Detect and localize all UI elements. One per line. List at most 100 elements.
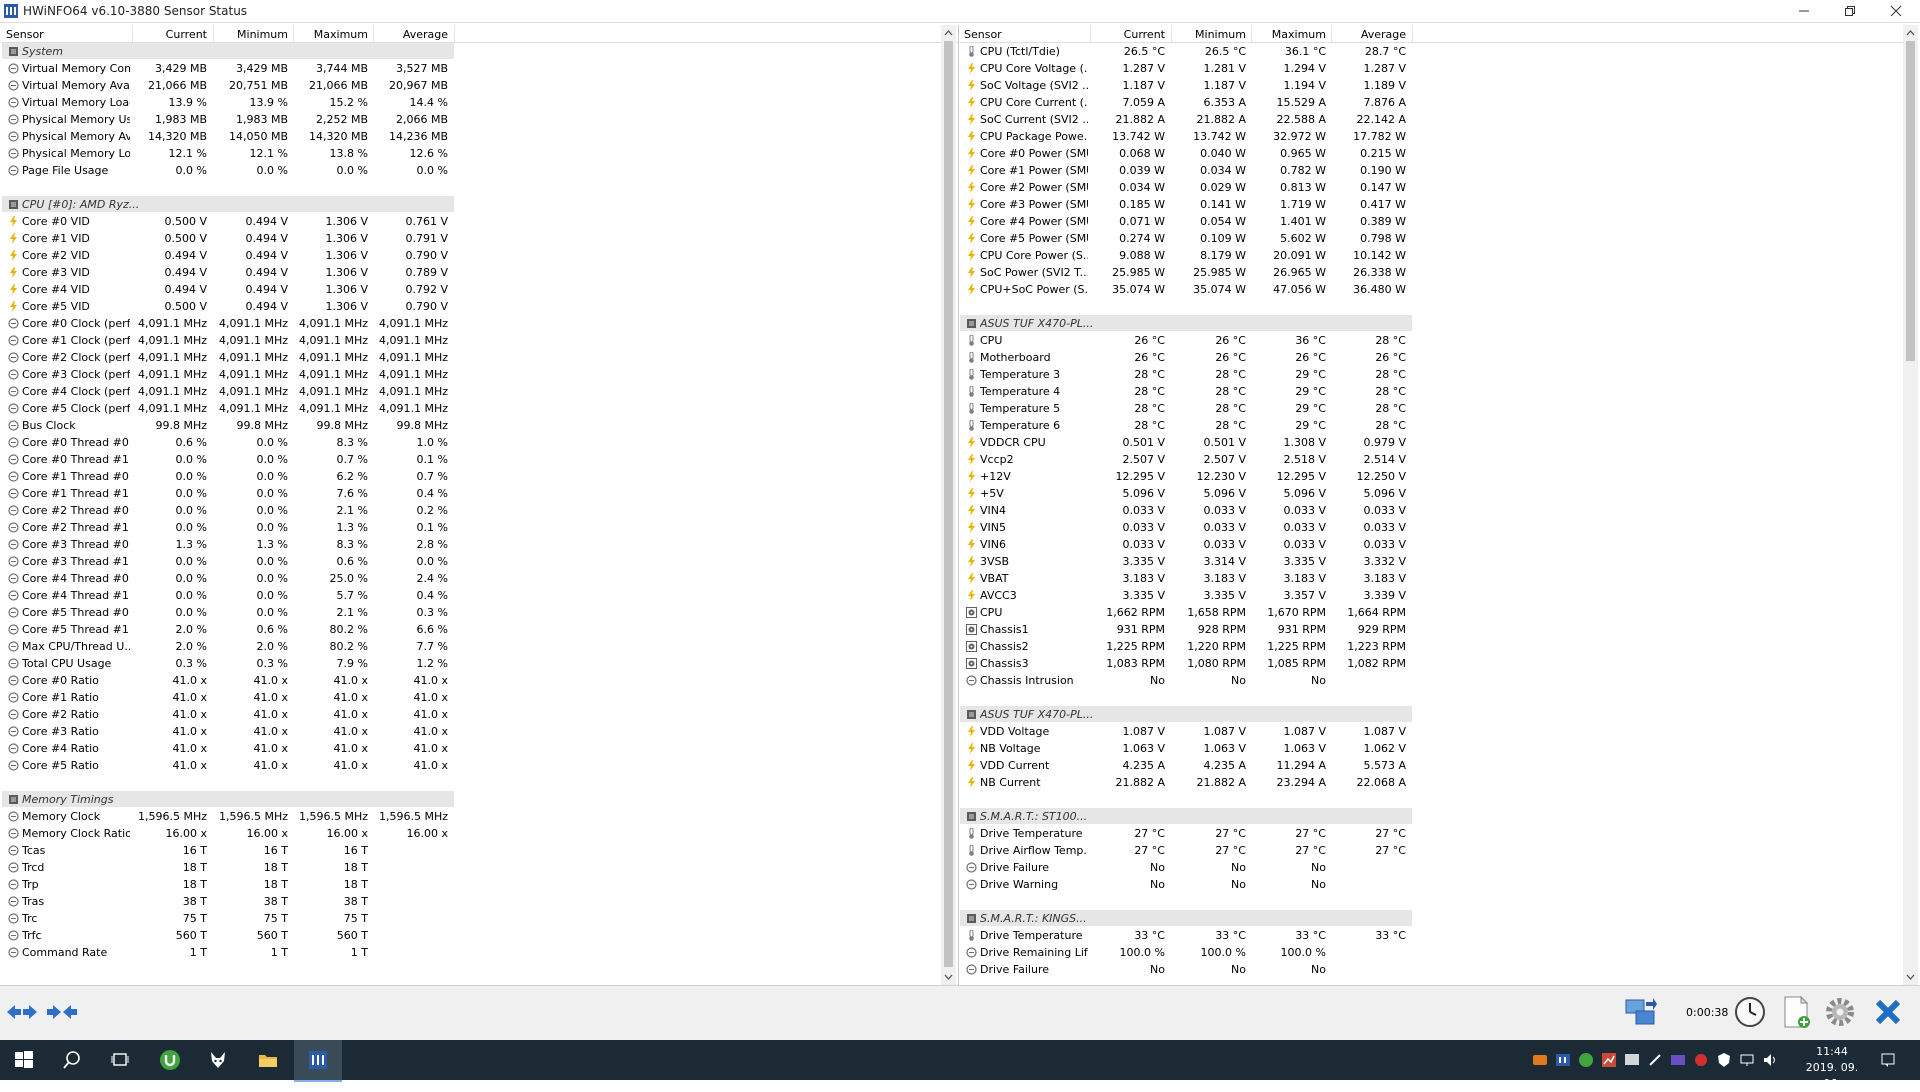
scroll-down-icon[interactable] <box>1906 973 1915 981</box>
sensor-row[interactable]: Temperature 4 28 °C 28 °C 29 °C 28 °C <box>960 383 1918 400</box>
sensor-row[interactable]: NB Current 21.882 A 21.882 A 23.294 A 22.068… <box>960 774 1918 791</box>
sensor-row[interactable]: Chassis2 1,225 RPM 1,220 RPM 1,225 RPM 1,223… <box>960 638 1918 655</box>
header-current[interactable]: Current <box>132 27 207 42</box>
tray-icon-chart[interactable] <box>1601 1052 1617 1068</box>
sensor-row[interactable]: Core #0 Clock (perf... 4,091.1 MHz 4,091.1… <box>2 315 958 332</box>
sensor-row[interactable]: Core #5 Power (SMU) 0.274 W 0.109 W 5.602 W… <box>960 230 1918 247</box>
sensor-group-header[interactable]: System <box>2 43 958 60</box>
sensor-row[interactable]: Trc 75 T 75 T 75 T <box>2 910 958 927</box>
sensor-row[interactable]: Core #4 Ratio 41.0 x 41.0 x 41.0 x 41.0 x <box>2 740 958 757</box>
sensor-row[interactable]: Core #0 Power (SMU) 0.068 W 0.040 W 0.965 W… <box>960 145 1918 162</box>
sensor-row[interactable]: Bus Clock 99.8 MHz 99.8 MHz 99.8 MHz 99.8 MH… <box>2 417 958 434</box>
sensor-row[interactable]: Core #1 Thread #1... 0.0 % 0.0 % 7.6 % 0.4 % <box>2 485 958 502</box>
tray-icon-sensors[interactable] <box>1555 1052 1571 1068</box>
column-divider[interactable] <box>373 25 374 42</box>
header-minimum[interactable]: Minimum <box>1171 27 1246 42</box>
sensor-row[interactable]: Core #3 Thread #1... 0.0 % 0.0 % 0.6 % 0.0 % <box>2 553 958 570</box>
header-current[interactable]: Current <box>1090 27 1165 42</box>
tray-icon-gpu[interactable] <box>1670 1052 1686 1068</box>
tray-icon-orange[interactable] <box>1532 1052 1548 1068</box>
sensor-row[interactable]: Core #5 Clock (perf... 4,091.1 MHz 4,091.1… <box>2 400 958 417</box>
sensor-row[interactable]: CPU Core Power (S... 9.088 W 8.179 W 20.091… <box>960 247 1918 264</box>
sensor-row[interactable]: Page File Usage 0.0 % 0.0 % 0.0 % 0.0 % <box>2 162 958 179</box>
task-view-button[interactable] <box>96 1040 144 1080</box>
tray-icon-tool[interactable] <box>1647 1052 1663 1068</box>
sensor-row[interactable]: Core #0 Thread #0... 0.6 % 0.0 % 8.3 % 1.0 % <box>2 434 958 451</box>
sensor-row[interactable]: SoC Current (SVI2 ... 21.882 A 21.882 A 22.… <box>960 111 1918 128</box>
sensor-row[interactable]: CPU Core Current (... 7.059 A 6.353 A 15.52… <box>960 94 1918 111</box>
notifications-icon[interactable] <box>1880 1052 1896 1068</box>
sensor-row[interactable]: Chassis3 1,083 RPM 1,080 RPM 1,085 RPM 1,082… <box>960 655 1918 672</box>
column-divider[interactable] <box>1251 25 1252 42</box>
header-sensor[interactable]: Sensor <box>6 27 44 42</box>
sensor-row[interactable]: Core #3 Thread #0... 1.3 % 1.3 % 8.3 % 2.8 % <box>2 536 958 553</box>
sensor-row[interactable]: Chassis Intrusion No No No <box>960 672 1918 689</box>
tray-icon-shield[interactable] <box>1716 1052 1732 1068</box>
sensor-row[interactable]: AVCC3 3.335 V 3.335 V 3.357 V 3.339 V <box>960 587 1918 604</box>
header-sensor[interactable]: Sensor <box>964 27 1002 42</box>
sensor-row[interactable]: Core #4 Thread #1... 0.0 % 0.0 % 5.7 % 0.4 % <box>2 587 958 604</box>
sensor-row[interactable]: Drive Temperature 33 °C 33 °C 33 °C 33 °C <box>960 927 1918 944</box>
right-scrollbar[interactable] <box>1903 25 1918 985</box>
sensor-row[interactable]: +5V 5.096 V 5.096 V 5.096 V 5.096 V <box>960 485 1918 502</box>
sensor-row[interactable]: Drive Failure No No No <box>960 961 1918 978</box>
sensor-row[interactable]: Core #5 VID 0.500 V 0.494 V 1.306 V 0.790 V <box>2 298 958 315</box>
sensor-row[interactable]: Core #2 Thread #0... 0.0 % 0.0 % 2.1 % 0.2 % <box>2 502 958 519</box>
column-divider[interactable] <box>1090 25 1091 42</box>
sensor-row[interactable]: Chassis1 931 RPM 928 RPM 931 RPM 929 RPM <box>960 621 1918 638</box>
column-divider[interactable] <box>213 25 214 42</box>
left-scrollbar[interactable] <box>941 25 956 985</box>
sensor-row[interactable]: Vccp2 2.507 V 2.507 V 2.518 V 2.514 V <box>960 451 1918 468</box>
sensor-row[interactable]: Max CPU/Thread U... 2.0 % 2.0 % 80.2 % 7.7 % <box>2 638 958 655</box>
sensor-row[interactable]: VIN4 0.033 V 0.033 V 0.033 V 0.033 V <box>960 502 1918 519</box>
sensor-row[interactable]: Core #4 Power (SMU) 0.071 W 0.054 W 1.401 W… <box>960 213 1918 230</box>
column-divider[interactable] <box>1412 25 1413 42</box>
sensor-row[interactable]: Core #1 Power (SMU) 0.039 W 0.034 W 0.782 W… <box>960 162 1918 179</box>
sensor-row[interactable]: Core #3 Ratio 41.0 x 41.0 x 41.0 x 41.0 x <box>2 723 958 740</box>
sensor-row[interactable]: Motherboard 26 °C 26 °C 26 °C 26 °C <box>960 349 1918 366</box>
left-scrollbar-thumb[interactable] <box>944 41 953 967</box>
sensor-row[interactable]: Core #5 Thread #0... 0.0 % 0.0 % 2.1 % 0.3 % <box>2 604 958 621</box>
sensor-row[interactable]: Trcd 18 T 18 T 18 T <box>2 859 958 876</box>
network-icon[interactable] <box>1739 1052 1755 1068</box>
search-button[interactable] <box>48 1040 96 1080</box>
header-average[interactable]: Average <box>373 27 448 42</box>
sensor-row[interactable]: CPU 26 °C 26 °C 36 °C 28 °C <box>960 332 1918 349</box>
column-divider[interactable] <box>1171 25 1172 42</box>
tray-icon-monitor[interactable] <box>1624 1052 1640 1068</box>
sensor-row[interactable]: Temperature 5 28 °C 28 °C 29 °C 28 °C <box>960 400 1918 417</box>
sensor-row[interactable]: Core #4 VID 0.494 V 0.494 V 1.306 V 0.792 V <box>2 281 958 298</box>
taskbar-app-utorrent[interactable] <box>146 1040 194 1080</box>
taskbar-app-file-explorer[interactable] <box>244 1040 292 1080</box>
sensor-row[interactable]: Drive Temperature 27 °C 27 °C 27 °C 27 °C <box>960 825 1918 842</box>
taskbar-app-hwinfo[interactable] <box>294 1040 342 1082</box>
sensor-row[interactable]: Core #4 Clock (perf... 4,091.1 MHz 4,091.1… <box>2 383 958 400</box>
sensor-row[interactable]: Core #2 Clock (perf... 4,091.1 MHz 4,091.1… <box>2 349 958 366</box>
sensor-row[interactable]: Memory Clock 1,596.5 MHz 1,596.5 MHz 1,596.… <box>2 808 958 825</box>
header-maximum[interactable]: Maximum <box>1251 27 1326 42</box>
sensor-row[interactable]: VBAT 3.183 V 3.183 V 3.183 V 3.183 V <box>960 570 1918 587</box>
tray-icon-utorrent[interactable] <box>1578 1052 1594 1068</box>
sensor-row[interactable]: Total CPU Usage 0.3 % 0.3 % 7.9 % 1.2 % <box>2 655 958 672</box>
sensor-row[interactable]: CPU Package Powe... 13.742 W 13.742 W 32.97… <box>960 128 1918 145</box>
sensor-group-header[interactable]: S.M.A.R.T.: ST100... <box>960 808 1918 825</box>
sensor-row[interactable]: SoC Power (SVI2 T... 25.985 W 25.985 W 26.9… <box>960 264 1918 281</box>
settings-button[interactable] <box>1822 994 1858 1030</box>
sensor-row[interactable]: Core #2 Ratio 41.0 x 41.0 x 41.0 x 41.0 x <box>2 706 958 723</box>
sensor-row[interactable]: Drive Remaining Life 100.0 % 100.0 % 100.0 … <box>960 944 1918 961</box>
sensor-row[interactable]: Physical Memory Load 12.1 % 12.1 % 13.8 % 12… <box>2 145 958 162</box>
sensor-group-header[interactable]: Memory Timings <box>2 791 958 808</box>
sensor-row[interactable]: Core #2 VID 0.494 V 0.494 V 1.306 V 0.790 V <box>2 247 958 264</box>
header-minimum[interactable]: Minimum <box>213 27 288 42</box>
sensor-row[interactable]: Tcas 16 T 16 T 16 T <box>2 842 958 859</box>
collapse-left-button[interactable] <box>4 994 40 1030</box>
sensor-row[interactable]: CPU Core Voltage (... 1.287 V 1.281 V 1.294… <box>960 60 1918 77</box>
header-average[interactable]: Average <box>1331 27 1406 42</box>
sensor-row[interactable]: Core #0 Thread #1... 0.0 % 0.0 % 0.7 % 0.1 % <box>2 451 958 468</box>
scroll-up-icon[interactable] <box>944 29 953 37</box>
column-divider[interactable] <box>293 25 294 42</box>
sensor-row[interactable]: Core #1 Clock (perf... 4,091.1 MHz 4,091.1… <box>2 332 958 349</box>
sensor-row[interactable]: Core #1 Thread #0... 0.0 % 0.0 % 6.2 % 0.7 % <box>2 468 958 485</box>
sensor-row[interactable]: Drive Airflow Temp... 27 °C 27 °C 27 °C 27 °… <box>960 842 1918 859</box>
sensor-row[interactable]: NB Voltage 1.063 V 1.063 V 1.063 V 1.062 V <box>960 740 1918 757</box>
